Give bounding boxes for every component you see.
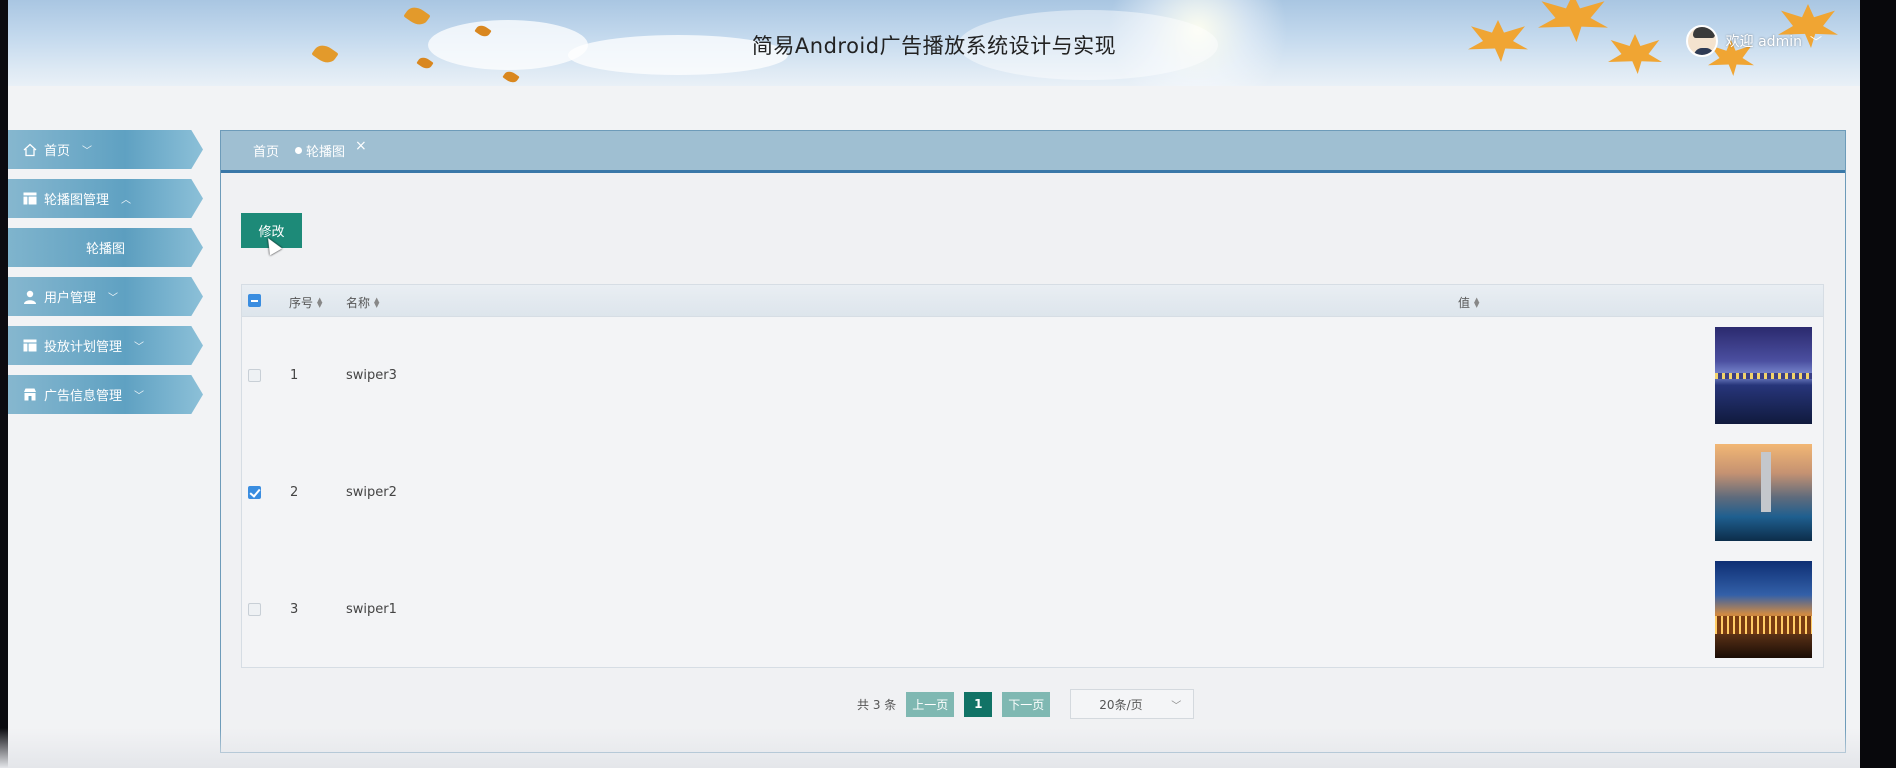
row-index: 3: [290, 602, 299, 617]
sidebar-item-user-management[interactable]: 用户管理 ﹀: [8, 277, 203, 316]
sidebar-item-label: 投放计划管理: [44, 340, 123, 355]
chevron-down-icon: ﹀: [1809, 34, 1822, 49]
data-table: 序号 ▲▼ 名称 ▲▼ 值 ▲▼ 1 swiper3 2 swiper2: [241, 284, 1824, 668]
tab-carousel[interactable]: 轮播图 ×: [295, 138, 367, 160]
tab-home[interactable]: 首页: [253, 141, 279, 160]
user-icon: [22, 290, 38, 304]
chevron-down-icon: ﹀: [82, 146, 93, 157]
sidebar-item-carousel[interactable]: 轮播图: [8, 228, 203, 267]
pagination: 共 3 条 上一页 1 下一页 20条/页 ﹀: [857, 689, 1195, 719]
table-row[interactable]: 2 swiper2: [242, 434, 1823, 551]
sidebar-item-label: 轮播图管理: [44, 193, 110, 208]
screen-right-edge: [1860, 0, 1896, 768]
prev-page-button[interactable]: 上一页: [906, 691, 955, 717]
sidebar-item-label: 用户管理: [44, 291, 97, 306]
screen-left-edge: [0, 0, 8, 768]
main-panel: 首页 轮播图 × 修改 序号 ▲ ▼ 名称 ▲ ▼ 值 ▲ ▼ 1 swiper…: [220, 130, 1846, 753]
pagination-total: 共 3 条: [857, 697, 897, 712]
table-row[interactable]: 3 swiper1: [242, 551, 1823, 668]
sidebar-item-plan-management[interactable]: 投放计划管理 ﹀: [8, 326, 203, 365]
table-header: 序号 ▲ ▼ 名称 ▲ ▼ 值 ▲ ▼: [242, 285, 1823, 317]
sidebar-item-label: 首页: [44, 144, 71, 159]
app-header: 简易Android广告播放系统设计与实现 欢迎 admin ﹀: [8, 0, 1860, 86]
sort-icon: ▲ ▼: [374, 295, 380, 309]
row-name: swiper1: [346, 602, 397, 617]
tab-bar: 首页 轮播图 ×: [221, 131, 1845, 173]
user-menu[interactable]: 欢迎 admin ﹀: [1685, 25, 1822, 57]
row-name: swiper2: [346, 485, 397, 500]
table-row[interactable]: 1 swiper3: [242, 317, 1823, 434]
column-header-name[interactable]: 名称 ▲ ▼: [346, 294, 379, 311]
close-icon[interactable]: ×: [355, 138, 367, 154]
sort-icon: ▲ ▼: [317, 295, 323, 309]
column-label: 序号: [289, 296, 314, 310]
row-index: 2: [290, 485, 299, 500]
next-page-button[interactable]: 下一页: [1002, 691, 1051, 717]
avatar: [1685, 25, 1718, 57]
chevron-down-icon: ﹀: [134, 342, 145, 353]
row-checkbox[interactable]: [248, 486, 261, 499]
sidebar-item-label: 轮播图: [85, 242, 125, 257]
sort-icon: ▲ ▼: [1474, 295, 1480, 309]
column-label: 值: [1458, 296, 1471, 310]
row-index: 1: [290, 368, 299, 383]
page-size-select[interactable]: 20条/页 ﹀: [1070, 689, 1195, 719]
chevron-down-icon: ﹀: [134, 391, 145, 402]
page-number-button[interactable]: 1: [964, 691, 993, 717]
tab-label: 轮播图: [306, 145, 346, 160]
row-checkbox[interactable]: [248, 369, 261, 382]
app-title: 简易Android广告播放系统设计与实现: [751, 34, 1117, 58]
select-all-checkbox[interactable]: [248, 294, 261, 307]
carousel-image-thumbnail[interactable]: [1715, 444, 1812, 541]
row-checkbox[interactable]: [248, 603, 261, 616]
page-size-value: 20条/页: [1099, 697, 1143, 712]
column-header-index[interactable]: 序号 ▲ ▼: [289, 294, 322, 311]
shop-icon: [22, 388, 38, 402]
home-icon: [22, 143, 38, 157]
table-icon: [22, 192, 38, 206]
carousel-image-thumbnail[interactable]: [1715, 327, 1812, 424]
chevron-down-icon: ﹀: [1171, 700, 1182, 712]
column-header-value[interactable]: 值 ▲ ▼: [1458, 294, 1479, 311]
chevron-down-icon: ﹀: [108, 293, 119, 304]
sidebar-item-home[interactable]: 首页 ﹀: [8, 130, 203, 169]
sidebar: 首页 ﹀ 轮播图管理 ︿ 轮播图 用户管理 ﹀ 投放计划管理 ﹀ 广告信息管理 …: [8, 130, 203, 424]
row-name: swiper3: [346, 368, 397, 383]
leaf-decoration: [502, 68, 520, 86]
leaf-decoration: [403, 3, 431, 29]
table-icon: [22, 339, 38, 353]
welcome-text: 欢迎 admin: [1725, 34, 1802, 50]
sidebar-item-ad-management[interactable]: 广告信息管理 ﹀: [8, 375, 203, 414]
chevron-up-icon: ︿: [121, 195, 132, 206]
sidebar-item-carousel-management[interactable]: 轮播图管理 ︿: [8, 179, 203, 218]
active-dot-icon: [295, 147, 303, 154]
column-label: 名称: [346, 296, 371, 310]
carousel-image-thumbnail[interactable]: [1715, 561, 1812, 658]
sidebar-item-label: 广告信息管理: [44, 389, 123, 404]
